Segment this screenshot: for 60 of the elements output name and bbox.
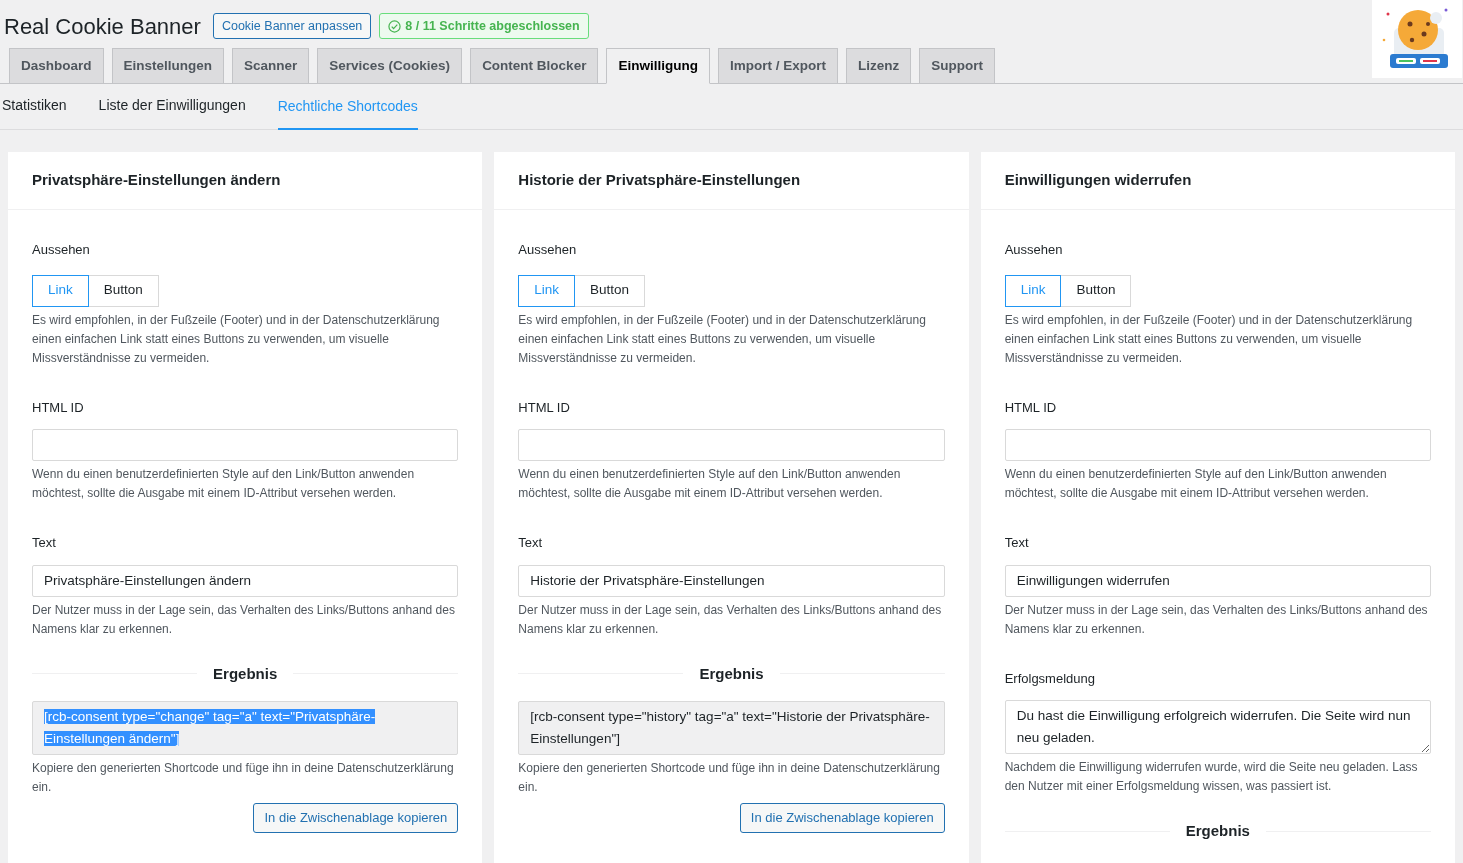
nav-tab[interactable]: Import / Export [717,48,838,83]
nav-tab[interactable]: Einstellungen [111,48,225,83]
card-title: Historie der Privatsphäre-Einstellungen [494,152,969,210]
check-circle-icon [388,19,402,33]
nav-tab[interactable]: Lizenz [845,48,912,83]
shortcode-field[interactable]: [rcb-consent type="history" tag="a" text="Historie der Privatsphäre-Einstellungen"] [518,701,945,755]
nav-tab[interactable]: Services (Cookies) [317,48,463,83]
nav-tab[interactable]: Einwilligung [606,48,710,84]
field-label: Erfolgsmeldung [1004,669,1096,688]
input-field[interactable]: Historie der Privatsphäre-Einstellungen [518,564,945,597]
copy-button[interactable]: In die Zwischenablage kopieren [253,803,459,833]
result-heading: Ergebnis [699,663,764,684]
help-text: Kopiere den generierten Shortcode und füge ihn in deine Datenschutzerklärung ein. [32,760,455,796]
help-text: Kopiere den generierten Shortcode und füge ihn in deine Datenschutzerklärung ein. [518,760,941,796]
segment-option[interactable]: Button [87,274,159,307]
card-title: Einwilligungen widerrufen [980,152,1455,210]
field-label: HTML ID [1004,398,1058,417]
input-field[interactable] [518,429,945,461]
field-label: Text [32,534,57,552]
field-label: Aussehen [32,241,91,259]
field-label: Text [1004,534,1030,552]
result-heading: Ergebnis [213,663,278,684]
input-field[interactable] [32,429,459,461]
field-label: HTML ID [518,398,571,417]
help-text: Wenn du einen benutzerdefinierten Style auf den Link/Button anwenden möchtest, sollte die Ausgabe mit einem ID-Attribut versehen werden. [518,466,902,502]
customize-button[interactable]: Cookie Banner anpassen [212,13,372,39]
help-text: Wenn du einen benutzerdefinierten Style auf den Link/Button anwenden möchtest, sollte die Ausgabe mit einem ID-Attribut versehen werden. [1004,466,1388,502]
help-text: Nachdem die Einwilligung widerrufen wurde, wird die Seite neu geladen. Lass den Nutzer mit einer Erfolgsmeldung wissen, was passiert ist. [1004,759,1419,795]
segment-option[interactable]: Link [518,274,576,307]
field-label: HTML ID [32,398,85,417]
help-text: Der Nutzer muss in der Lage sein, das Verhalten des Links/Buttons anhand des Namens klar zu erkennen. [518,601,943,638]
help-text: Der Nutzer muss in der Lage sein, das Verhalten des Links/Buttons anhand des Namens klar zu erkennen. [32,601,456,638]
sub-tab[interactable]: Liste der Einwilligungen [98,84,246,129]
input-field[interactable] [1004,429,1431,461]
sub-tab[interactable]: Rechtliche Shortcodes [277,84,418,130]
sub-tab[interactable]: Statistiken [2,84,67,129]
field-label: Aussehen [1004,241,1064,259]
segment-option[interactable]: Link [32,274,89,307]
field-label: Aussehen [518,241,578,259]
nav-tab[interactable]: Content Blocker [470,48,599,83]
page-title: Real Cookie Banner [4,12,201,41]
nav-tab[interactable]: Dashboard [9,48,104,83]
help-text: Es wird empfohlen, in der Fußzeile (Footer) und in der Datenschutzerklärung einen einfachen Link statt eines Buttons zu verwenden, um visuelle Missverständnisse zu vermeiden. [518,311,927,367]
help-text: Es wird empfohlen, in der Fußzeile (Footer) und in der Datenschutzerklärung einen einfachen Link statt eines Buttons zu verwenden, um visuelle Missverständnisse zu vermeiden. [1004,311,1414,367]
nav-tab[interactable]: Support [919,48,995,83]
input-field[interactable]: Einwilligungen widerrufen [1004,564,1431,597]
input-field[interactable]: Privatsphäre-Einstellungen ändern [32,564,459,597]
segment-option[interactable]: Button [1060,274,1132,307]
card-title: Privatsphäre-Einstellungen ändern [8,152,483,210]
field-label: Text [518,534,544,552]
result-heading: Ergebnis [1185,821,1250,841]
help-text: Es wird empfohlen, in der Fußzeile (Footer) und in der Datenschutzerklärung einen einfachen Link statt eines Buttons zu verwenden, um visuelle Missverständnisse zu vermeiden. [32,311,441,367]
help-text: Wenn du einen benutzerdefinierten Style auf den Link/Button anwenden möchtest, sollte die Ausgabe mit einem ID-Attribut versehen werden. [32,466,416,502]
textarea-field[interactable]: Du hast die Einwilligung erfolgreich widerrufen. Die Seite wird nun neu geladen. [1004,700,1431,754]
copy-button[interactable]: In die Zwischenablage kopieren [739,803,945,833]
shortcode-field[interactable]: [rcb-consent type="change" tag="a" text="Privatsphäre-Einstellungen ändern"] [32,701,459,755]
segment-option[interactable]: Button [574,274,646,307]
segment-option[interactable]: Link [1004,274,1062,307]
nav-tab[interactable]: Scanner [232,48,310,83]
help-text: Der Nutzer muss in der Lage sein, das Verhalten des Links/Buttons anhand des Namens klar zu erkennen. [1004,601,1429,638]
